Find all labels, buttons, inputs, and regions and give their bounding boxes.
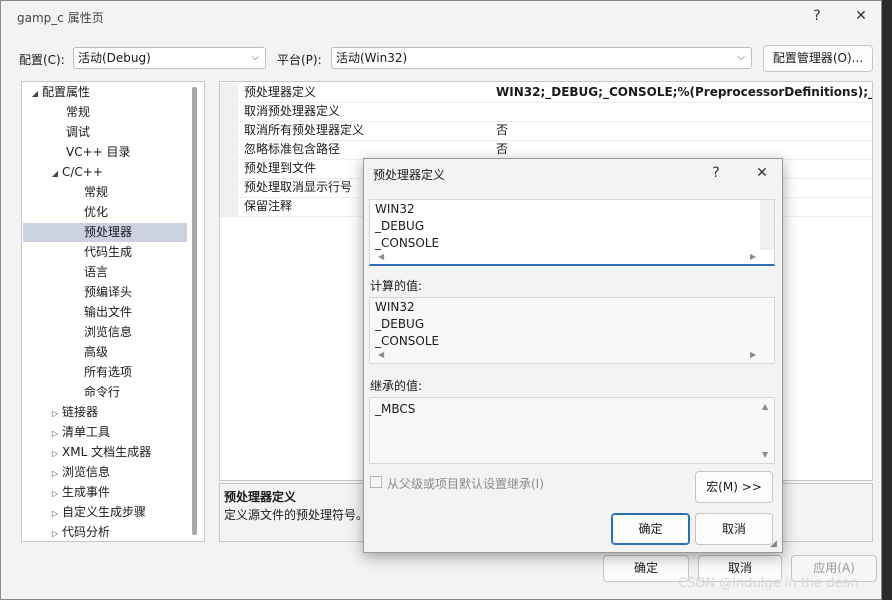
computed-label: 计算的值: xyxy=(370,279,423,293)
config-manager-button[interactable]: 配置管理器(O)... xyxy=(763,45,873,72)
tree-item-code-analysis[interactable]: ▷ 代码分析 xyxy=(48,523,110,541)
expand-icon[interactable]: ▷ xyxy=(48,504,62,523)
computed-line: _CONSOLE xyxy=(375,334,440,348)
scroll-left-icon[interactable]: ◀ xyxy=(378,252,384,261)
inherited-values-box: _MBCS ▲ ▼ xyxy=(369,397,775,464)
tree-item-browse-info[interactable]: 浏览信息 xyxy=(84,323,132,342)
definition-line: _DEBUG xyxy=(375,219,425,233)
tree-item-all-options[interactable]: 所有选项 xyxy=(84,363,132,382)
property-name: 预处理器定义 xyxy=(244,85,317,99)
inherit-checkbox-label[interactable]: 从父级或项目默认设置继承(I) xyxy=(387,475,544,492)
computed-line: WIN32 xyxy=(375,300,415,314)
tree-item-code-generation[interactable]: 代码生成 xyxy=(84,243,132,262)
tree-item-general[interactable]: 常规 xyxy=(66,103,90,122)
tree-item-config-properties[interactable]: ◢ 配置属性 xyxy=(28,83,90,102)
inherit-checkbox[interactable] xyxy=(370,476,382,488)
tree-item-browse-information[interactable]: ▷ 浏览信息 xyxy=(48,463,110,482)
inherited-label: 继承的值: xyxy=(370,379,423,393)
tree-item-cpp[interactable]: ◢ C/C++ xyxy=(48,163,103,182)
tree-item-optimization[interactable]: 优化 xyxy=(84,203,108,222)
property-name: 预处理到文件 xyxy=(244,161,317,175)
expand-icon[interactable]: ◢ xyxy=(48,164,62,183)
property-name: 取消预处理器定义 xyxy=(244,104,341,118)
definitions-textarea[interactable]: WIN32 _DEBUG _CONSOLE ◀ ▶ xyxy=(369,199,775,266)
platform-label: 平台(P): xyxy=(277,53,322,67)
tree-item-xml-doc-generator[interactable]: ▷ XML 文档生成器 xyxy=(48,443,151,462)
tree-item-advanced[interactable]: 高级 xyxy=(84,343,108,362)
inherited-line: _MBCS xyxy=(375,402,416,416)
computed-values-box: WIN32 _DEBUG _CONSOLE ◀ ▶ xyxy=(369,297,775,364)
tree-item-vc-directories[interactable]: VC++ 目录 xyxy=(66,143,131,162)
scroll-right-icon[interactable]: ▶ xyxy=(750,252,756,261)
definition-line: _CONSOLE xyxy=(375,236,440,250)
property-row[interactable]: 预处理器定义 WIN32;_DEBUG;_CONSOLE;%(Preprocess… xyxy=(220,83,872,103)
tree-item-custom-build-step[interactable]: ▷ 自定义生成步骤 xyxy=(48,503,146,522)
dialog-ok-button[interactable]: 确定 xyxy=(611,513,690,545)
tree-item-cpp-general[interactable]: 常规 xyxy=(84,183,108,202)
config-value: 活动(Debug) xyxy=(78,51,151,65)
tree-item-manifest-tool[interactable]: ▷ 清单工具 xyxy=(48,423,110,442)
expand-icon[interactable]: ▷ xyxy=(48,404,62,423)
property-row[interactable]: 取消预处理器定义 xyxy=(220,102,872,122)
expand-icon[interactable]: ◢ xyxy=(28,84,42,103)
property-name: 预处理取消显示行号 xyxy=(244,180,353,194)
computed-line: _DEBUG xyxy=(375,317,425,331)
expand-icon[interactable]: ▷ xyxy=(48,464,62,483)
property-name: 保留注释 xyxy=(244,199,293,213)
property-row[interactable]: 忽略标准包含路径 否 xyxy=(220,140,872,160)
preprocessor-definitions-dialog: 预处理器定义 ? ✕ WIN32 _DEBUG _CONSOLE ◀ ▶ 计算的… xyxy=(363,158,783,553)
property-name: 取消所有预处理器定义 xyxy=(244,123,365,137)
tree-scrollbar[interactable] xyxy=(192,87,197,535)
property-name: 忽略标准包含路径 xyxy=(244,142,341,156)
expand-icon[interactable]: ▷ xyxy=(48,484,62,503)
tree-item-language[interactable]: 语言 xyxy=(84,263,108,282)
macros-button[interactable]: 宏(M) >> xyxy=(695,471,773,503)
close-icon[interactable]: ✕ xyxy=(846,5,876,27)
vertical-scrollbar[interactable] xyxy=(760,200,774,250)
dialog-help-button[interactable]: ? xyxy=(701,162,731,184)
settings-tree: ◢ 配置属性 常规 调试 VC++ 目录 ◢ C/C++ 常规 优化 预处理器 代码… xyxy=(21,81,205,542)
scroll-right-icon[interactable]: ▶ xyxy=(750,350,756,359)
property-value[interactable]: WIN32;_DEBUG;_CONSOLE;%(PreprocessorDefi… xyxy=(496,83,872,102)
scroll-left-icon[interactable]: ◀ xyxy=(378,350,384,359)
watermark: CSDN @Indulge in the dean xyxy=(678,576,859,591)
tree-item-build-events[interactable]: ▷ 生成事件 xyxy=(48,483,110,502)
scroll-down-icon[interactable]: ▼ xyxy=(762,450,768,459)
expand-icon[interactable]: ▷ xyxy=(48,524,62,541)
description-title: 预处理器定义 xyxy=(224,490,297,504)
chevron-down-icon: ⌵ xyxy=(737,52,745,63)
help-button[interactable]: ? xyxy=(802,5,832,27)
property-value[interactable]: 否 xyxy=(496,121,508,140)
property-row[interactable]: 取消所有预处理器定义 否 xyxy=(220,121,872,141)
window-title: gamp_c 属性页 xyxy=(17,11,104,25)
config-label: 配置(C): xyxy=(19,53,65,67)
resize-grip-icon[interactable]: ◢ xyxy=(770,539,777,549)
tree-item-output-files[interactable]: 输出文件 xyxy=(84,303,132,322)
tree-item-precompiled-headers[interactable]: 预编译头 xyxy=(84,283,132,302)
chevron-down-icon: ⌵ xyxy=(251,52,259,63)
definition-line: WIN32 xyxy=(375,202,415,216)
dialog-title: 预处理器定义 xyxy=(373,168,446,182)
config-select[interactable]: 活动(Debug) ⌵ xyxy=(73,47,266,69)
expand-icon[interactable]: ▷ xyxy=(48,424,62,443)
scroll-up-icon[interactable]: ▲ xyxy=(762,402,768,411)
platform-value: 活动(Win32) xyxy=(336,51,408,65)
ok-button[interactable]: 确定 xyxy=(603,555,689,582)
platform-select[interactable]: 活动(Win32) ⌵ xyxy=(331,47,752,69)
expand-icon[interactable]: ▷ xyxy=(48,444,62,463)
property-value[interactable]: 否 xyxy=(496,140,508,159)
tree-item-preprocessor[interactable]: 预处理器 xyxy=(23,223,187,242)
tree-item-debugging[interactable]: 调试 xyxy=(66,123,90,142)
description-text: 定义源文件的预处理符号。 xyxy=(224,508,369,522)
tree-item-command-line[interactable]: 命令行 xyxy=(84,383,120,402)
dialog-cancel-button[interactable]: 取消 xyxy=(695,513,773,545)
tree-item-linker[interactable]: ▷ 链接器 xyxy=(48,403,98,422)
dialog-close-icon[interactable]: ✕ xyxy=(747,162,777,184)
